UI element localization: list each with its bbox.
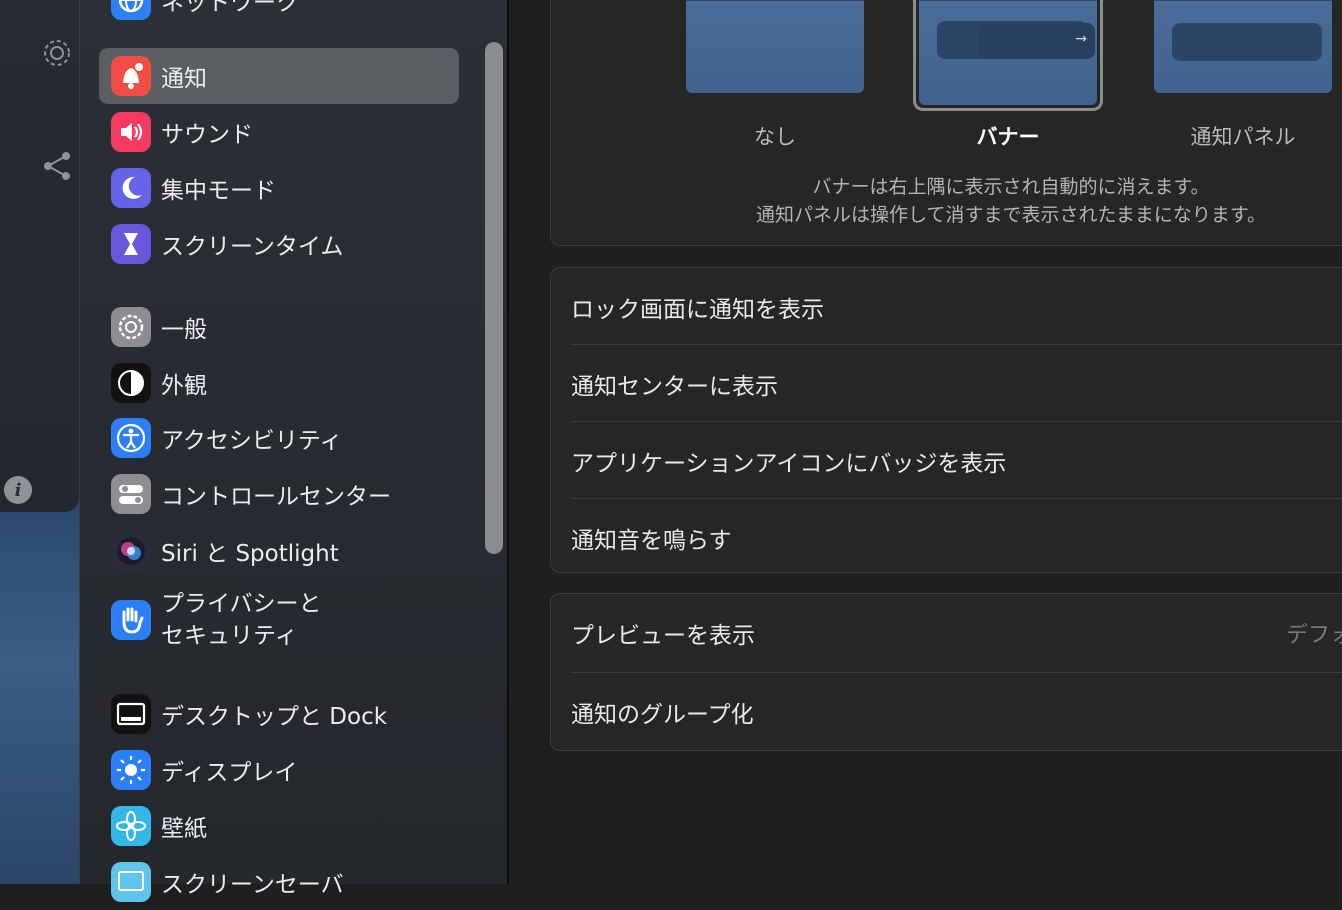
sidebar-item-label: Siri と Spotlight <box>161 541 339 567</box>
desktop-background: i <box>0 0 79 884</box>
siri-icon <box>111 531 151 571</box>
sidebar-item-siri[interactable]: Siri と Spotlight <box>99 523 459 579</box>
sidebar-item-appearance[interactable]: 外観 <box>99 355 459 411</box>
sidebar-item-hourglass[interactable]: スクリーンタイム <box>99 216 459 272</box>
screensaver-icon <box>111 862 151 902</box>
label-line-2: セキュリティ <box>161 623 298 649</box>
sidebar-item-label: アクセシビリティ <box>161 428 343 454</box>
sidebar-item-label: ネットワーク <box>161 0 299 16</box>
sidebar-item-label: ディスプレイ <box>161 760 298 786</box>
alert-style-banner-option[interactable]: → <box>919 0 1097 105</box>
bell-icon <box>111 56 151 96</box>
row-label: 通知センターに表示 <box>571 373 778 400</box>
alert-style-panel: → なし バナー 通知パネル バナーは右上隅に表示され自動的に消えます。 通知パ… <box>550 0 1342 246</box>
share-icon[interactable] <box>42 150 74 182</box>
alert-style-none-option[interactable] <box>686 0 864 93</box>
sidebar-item-moon[interactable]: 集中モード <box>99 160 459 216</box>
row-label: プレビューを表示 <box>571 622 755 649</box>
sidebar-item-toggles[interactable]: コントロールセンター <box>99 466 459 522</box>
accessibility-icon <box>111 418 151 458</box>
settings-sidebar: ネットワーク通知サウンド集中モードスクリーンタイム 一般外観アクセシビリティコント… <box>79 0 509 902</box>
arrow-right-icon: → <box>1075 31 1087 47</box>
sidebar-item-label: スクリーンセーバ <box>161 872 344 898</box>
badge-app-icon-row[interactable]: アプリケーションアイコンにバッジを表示 <box>571 421 1342 499</box>
dock-icon <box>111 694 151 734</box>
alert-style-none-label: なし <box>754 125 796 149</box>
show-previews-row[interactable]: プレビューを表示 デフォ <box>571 594 1342 671</box>
alert-style-panel-option[interactable] <box>1154 0 1332 93</box>
appearance-icon <box>111 363 151 403</box>
description-line-2: 通知パネルは操作して消すまで表示されたままになります。 <box>756 204 1266 226</box>
info-icon[interactable]: i <box>4 476 32 504</box>
notification-grouping-row[interactable]: 通知のグループ化 <box>571 672 1342 750</box>
sidebar-item-gear[interactable]: 一般 <box>99 299 459 355</box>
sidebar-item-label: プライバシーと セキュリティ <box>161 588 361 652</box>
sidebar-item-label: スクリーンタイム <box>161 234 344 260</box>
row-label: 通知音を鳴らす <box>571 527 732 554</box>
sidebar-item-flower[interactable]: 壁紙 <box>99 798 459 854</box>
sidebar-item-label: 一般 <box>161 317 207 343</box>
toggles-icon <box>111 474 151 514</box>
sidebar-item-label: デスクトップと Dock <box>161 704 388 730</box>
globe-icon <box>111 0 151 20</box>
speaker-icon <box>111 112 151 152</box>
hand-icon <box>111 600 151 640</box>
hourglass-icon <box>111 224 151 264</box>
sidebar-item-sun[interactable]: ディスプレイ <box>99 742 459 798</box>
alert-style-description: バナーは右上隅に表示され自動的に消えます。 通知パネルは操作して消すまで表示され… <box>731 173 1291 229</box>
sidebar-item-label: サウンド <box>161 122 253 148</box>
sidebar-item-hand[interactable]: プライバシーと セキュリティ <box>99 588 459 652</box>
row-label: ロック画面に通知を表示 <box>571 296 824 323</box>
label-line-1: プライバシーと <box>161 591 322 617</box>
sidebar-item-label: 通知 <box>161 66 207 92</box>
gear-icon[interactable] <box>40 36 74 70</box>
sidebar-scrollbar[interactable] <box>485 42 503 554</box>
alert-style-panel-label: 通知パネル <box>1190 125 1296 149</box>
row-label: 通知のグループ化 <box>571 701 754 728</box>
moon-icon <box>111 168 151 208</box>
window-toolbar-strip <box>0 0 79 512</box>
sidebar-item-accessibility[interactable]: アクセシビリティ <box>99 410 459 466</box>
sun-icon <box>111 750 151 790</box>
sidebar-item-dock[interactable]: デスクトップと Dock <box>99 686 459 742</box>
sidebar-item-label: 壁紙 <box>161 816 207 842</box>
sidebar-item-screensaver[interactable]: スクリーンセーバ <box>99 854 459 910</box>
row-label: アプリケーションアイコンにバッジを表示 <box>571 450 1007 477</box>
preview-options-panel: プレビューを表示 デフォ 通知のグループ化 <box>550 593 1342 751</box>
gear-icon <box>111 307 151 347</box>
sidebar-item-speaker[interactable]: サウンド <box>99 104 459 160</box>
notification-options-panel: ロック画面に通知を表示 通知センターに表示 アプリケーションアイコンにバッジを表… <box>550 267 1342 573</box>
description-line-1: バナーは右上隅に表示され自動的に消えます。 <box>812 176 1210 198</box>
notifications-pane: → なし バナー 通知パネル バナーは右上隅に表示され自動的に消えます。 通知パ… <box>509 0 1342 884</box>
sidebar-item-label: 集中モード <box>161 178 276 204</box>
sidebar-item-label: 外観 <box>161 373 207 399</box>
alert-style-banner-label: バナー <box>976 125 1040 149</box>
sidebar-item-globe[interactable]: ネットワーク <box>99 0 459 28</box>
flower-icon <box>111 806 151 846</box>
show-on-lock-screen-row[interactable]: ロック画面に通知を表示 <box>571 268 1342 345</box>
show-previews-popup[interactable]: デフォ <box>1286 617 1342 649</box>
sidebar-item-bell[interactable]: 通知 <box>99 48 459 104</box>
show-in-notification-center-row[interactable]: 通知センターに表示 <box>571 344 1342 422</box>
sidebar-item-label: コントロールセンター <box>161 484 391 510</box>
play-sound-row[interactable]: 通知音を鳴らす <box>571 498 1342 576</box>
